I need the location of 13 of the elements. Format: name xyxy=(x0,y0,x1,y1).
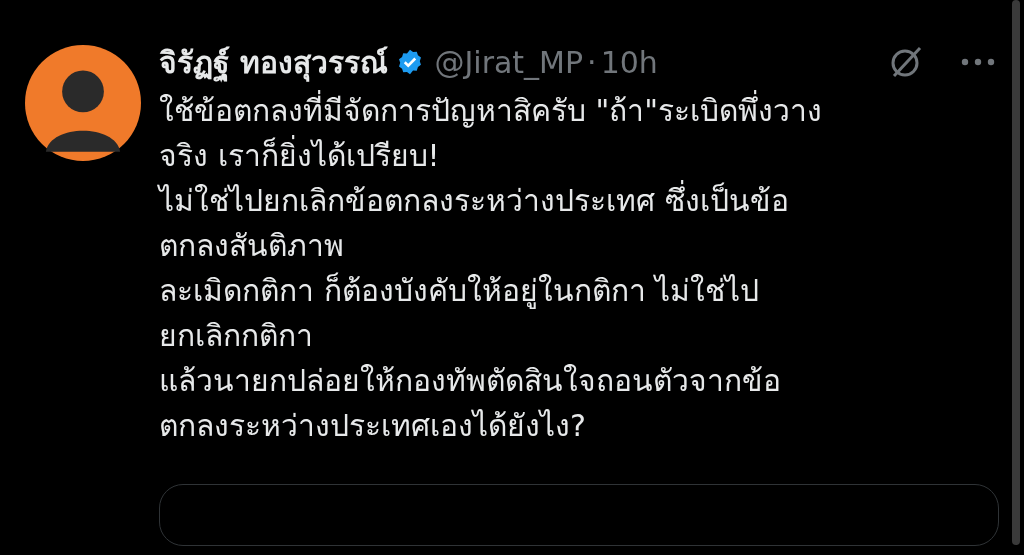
tweet-text-line: ตกลงระหว่างประเทศเองได้ยังไง? xyxy=(159,407,587,445)
tweet-text-line: ใช้ข้อตกลงที่มีจัดการปัญหาสิครับ "ถ้า"ระเบิดพึ่งวาง xyxy=(159,88,1000,133)
tweet-text-line: ตกลงสันติภาพ xyxy=(159,227,345,265)
post-time[interactable]: 10h xyxy=(600,44,658,80)
more-icon[interactable] xyxy=(960,57,996,67)
tweet-text-line: ไม่ใช่ไปยกเลิกข้อตกลงระหว่างประเทศ ซึ่งเป็นข้อ xyxy=(159,178,1000,223)
tweet-text-line: ละเมิดกติกา ก็ต้องบังคับให้อยู่ในกติกา ไม่ใช่ไป xyxy=(159,271,761,311)
tweet-text-line: แล้วนายกปล่อยให้กองทัพตัดสินใจถอนตัวจากข้อ xyxy=(159,362,782,400)
author-handle[interactable]: @Jirat_MP xyxy=(434,44,584,80)
separator-dot: · xyxy=(587,44,597,80)
tweet-text-line: ยกเลิกกติกา xyxy=(159,317,314,355)
tweet-text-line: จริง เราก็ยิ่งได้เปรียบ! xyxy=(159,133,1000,178)
author-name[interactable]: จิรัฏฐ์ ทองสุวรรณ์ xyxy=(159,38,389,86)
